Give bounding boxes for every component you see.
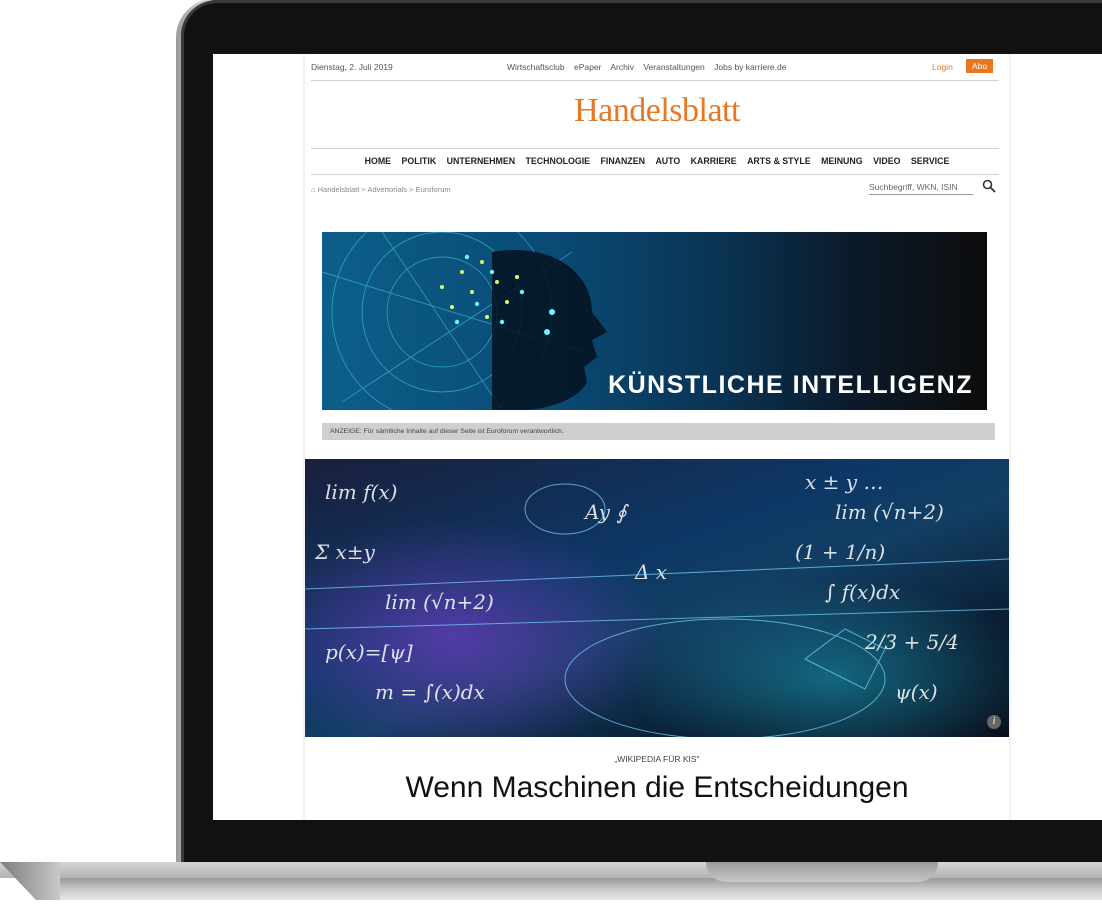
nav-unternehmen[interactable]: UNTERNEHMEN [447, 156, 515, 166]
breadcrumb: ⌂ Handelsblatt > Advertorials > Euroforu… [311, 185, 451, 194]
nav-meinung[interactable]: MEINUNG [821, 156, 863, 166]
svg-text:2/3 + 5/4: 2/3 + 5/4 [864, 630, 959, 654]
svg-text:m = ∫(x)dx: m = ∫(x)dx [375, 680, 485, 704]
nav-politik[interactable]: POLITIK [402, 156, 437, 166]
home-icon[interactable]: ⌂ [311, 185, 316, 194]
nav-service[interactable]: SERVICE [911, 156, 949, 166]
advertorial-notice-text: ANZEIGE: Für sämtliche Inhalte auf diese… [330, 428, 564, 435]
info-icon[interactable]: i [987, 715, 1001, 729]
search-placeholder: Suchbegriff, WKN, ISIN [869, 182, 958, 192]
nav-arts-style[interactable]: ARTS & STYLE [747, 156, 811, 166]
laptop-screen: Dienstag, 2. Juli 2019 Wirtschaftsclub e… [213, 54, 1102, 820]
top-link-jobs[interactable]: Jobs by karriere.de [714, 62, 786, 72]
laptop-notch [706, 862, 938, 882]
top-link-veranstaltungen[interactable]: Veranstaltungen [643, 62, 704, 72]
search-icon[interactable] [982, 179, 996, 193]
search-input[interactable]: Suchbegriff, WKN, ISIN [869, 182, 973, 195]
nav-technologie[interactable]: TECHNOLOGIE [526, 156, 591, 166]
math-formulas-graphic: lim f(x) Σ x±y lim (√n+2) p(x)=[ψ] m = ∫… [305, 470, 1009, 737]
nav-karriere[interactable]: KARRIERE [691, 156, 737, 166]
top-bar: Dienstag, 2. Juli 2019 Wirtschaftsclub e… [311, 58, 999, 78]
handelsblatt-logo[interactable]: Handelsblatt [305, 92, 1009, 130]
svg-text:∫ f(x)dx: ∫ f(x)dx [825, 580, 900, 604]
svg-text:lim (√n+2): lim (√n+2) [835, 500, 944, 524]
nav-video[interactable]: VIDEO [873, 156, 900, 166]
top-link-epaper[interactable]: ePaper [574, 62, 601, 72]
top-divider [311, 80, 999, 81]
handelsblatt-page: Dienstag, 2. Juli 2019 Wirtschaftsclub e… [305, 54, 1009, 820]
svg-text:p(x)=[ψ]: p(x)=[ψ] [325, 640, 413, 664]
breadcrumb-text[interactable]: Handelsblatt > Advertorials > Euroforum [318, 185, 451, 194]
top-link-wirtschaftsclub[interactable]: Wirtschaftsclub [507, 62, 565, 72]
login-link[interactable]: Login [932, 62, 953, 72]
svg-text:Δ x: Δ x [634, 560, 667, 584]
laptop-base-left [0, 862, 60, 900]
svg-text:lim (√n+2): lim (√n+2) [385, 590, 494, 614]
svg-text:lim f(x): lim f(x) [325, 480, 397, 504]
nav-divider-bottom [311, 174, 999, 175]
banner-title: KÜNSTLICHE INTELLIGENZ [608, 371, 973, 399]
laptop-base [0, 862, 1102, 904]
nav-home[interactable]: HOME [365, 156, 391, 166]
article-kicker: „WIKIPEDIA FÜR KIS" [614, 754, 700, 764]
laptop-base-bottom [40, 878, 1102, 900]
svg-text:x ± y …: x ± y … [805, 470, 883, 494]
svg-text:Ay ∮: Ay ∮ [583, 500, 629, 524]
top-link-archiv[interactable]: Archiv [610, 62, 634, 72]
article-headline[interactable]: Wenn Maschinen die Entscheidungen [305, 771, 1009, 805]
svg-text:Σ x±y: Σ x±y [314, 540, 376, 564]
current-date: Dienstag, 2. Juli 2019 [311, 62, 393, 72]
top-links: Wirtschaftsclub ePaper Archiv Veranstalt… [507, 62, 793, 72]
nav-divider-top [311, 148, 999, 149]
nav-auto[interactable]: AUTO [655, 156, 680, 166]
nav-finanzen[interactable]: FINANZEN [601, 156, 645, 166]
advertorial-notice: ANZEIGE: Für sämtliche Inhalte auf diese… [322, 423, 995, 440]
svg-text:(1 + 1/n): (1 + 1/n) [795, 540, 885, 564]
abo-button[interactable]: Abo [966, 59, 994, 73]
svg-text:ψ(x): ψ(x) [895, 680, 938, 704]
main-nav: HOME POLITIK UNTERNEHMEN TECHNOLOGIE FIN… [305, 156, 1009, 166]
hero-image-math[interactable]: lim f(x) Σ x±y lim (√n+2) p(x)=[ψ] m = ∫… [305, 459, 1009, 737]
ki-banner[interactable]: KÜNSTLICHE INTELLIGENZ [322, 232, 987, 410]
